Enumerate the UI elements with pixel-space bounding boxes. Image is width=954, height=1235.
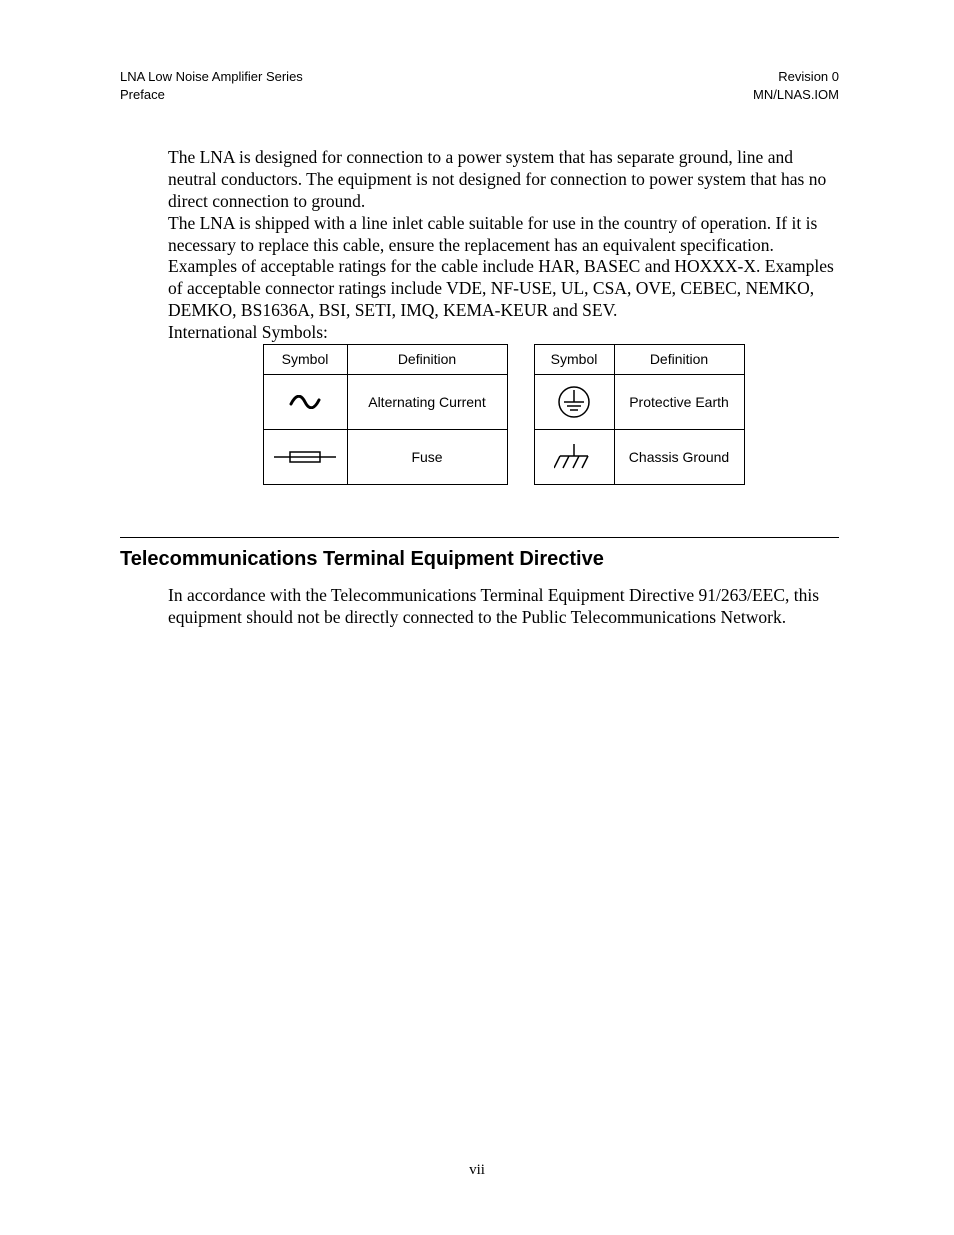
header-right-line1: Revision 0 <box>753 68 839 86</box>
symbols-table-left: Symbol Definition Alternating Current <box>263 344 508 485</box>
table-cell-definition: Fuse <box>347 429 507 484</box>
table-header-definition: Definition <box>614 344 744 374</box>
page-number: vii <box>0 1162 954 1179</box>
section-heading: Telecommunications Terminal Equipment Di… <box>120 548 839 571</box>
section-body: In accordance with the Telecommunication… <box>168 585 839 629</box>
table-row: Protective Earth <box>534 374 744 429</box>
table-cell-definition: Chassis Ground <box>614 429 744 484</box>
paragraph-line-cable: The LNA is shipped with a line inlet cab… <box>168 213 839 322</box>
table-header-definition: Definition <box>347 344 507 374</box>
fuse-icon <box>265 450 346 464</box>
symbols-tables: Symbol Definition Alternating Current <box>168 344 839 485</box>
protective-earth-icon <box>536 384 613 420</box>
header-left-line1: LNA Low Noise Amplifier Series <box>120 68 303 86</box>
chassis-ground-icon <box>536 442 613 472</box>
table-header-symbol: Symbol <box>263 344 347 374</box>
table-cell-definition: Alternating Current <box>347 374 507 429</box>
table-row: Fuse <box>263 429 507 484</box>
header-right-line2: MN/LNAS.IOM <box>753 86 839 104</box>
header-left-line2: Preface <box>120 86 303 104</box>
table-row: Alternating Current <box>263 374 507 429</box>
section-divider <box>120 537 839 538</box>
running-header: LNA Low Noise Amplifier Series Preface R… <box>120 68 839 103</box>
international-symbols-label: International Symbols: <box>168 322 839 344</box>
table-cell-definition: Protective Earth <box>614 374 744 429</box>
symbols-table-right: Symbol Definition Protective <box>534 344 745 485</box>
paragraph-power-system: The LNA is designed for connection to a … <box>168 147 839 213</box>
table-row: Chassis Ground <box>534 429 744 484</box>
table-header-symbol: Symbol <box>534 344 614 374</box>
ac-icon <box>265 395 346 409</box>
